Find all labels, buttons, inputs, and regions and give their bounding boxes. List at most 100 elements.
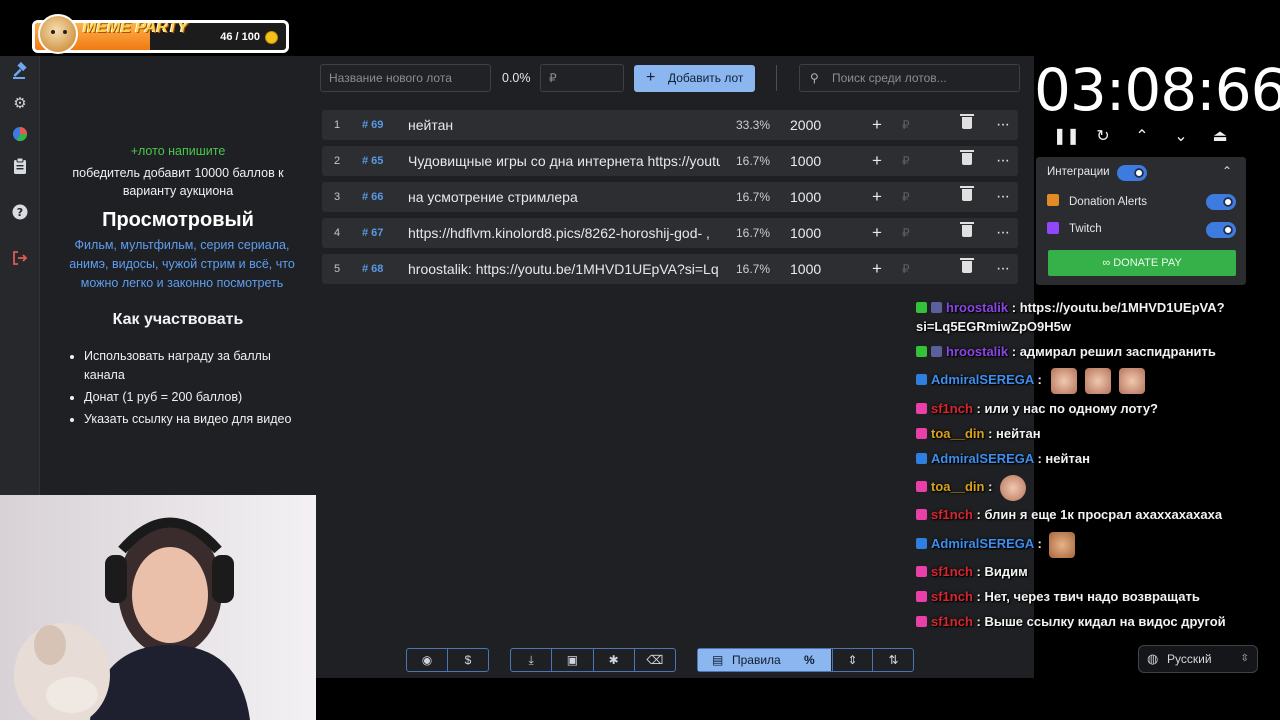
add-to-lot-button[interactable]: + (872, 110, 882, 140)
emote-image (1049, 531, 1076, 558)
lot-search-input[interactable]: ⚲ Поиск среди лотов... (799, 64, 1020, 92)
heart-badge-icon (916, 481, 927, 492)
lot-row[interactable]: 3 # 66 на усмотрение стримлера 16.7% 100… (322, 182, 1018, 212)
integrations-label: Интеграции (1047, 166, 1110, 178)
vip-badge-icon (916, 302, 927, 313)
download-icon[interactable]: ⤓ (511, 649, 553, 671)
rules-icon: ▤ (712, 653, 724, 667)
lot-name-input[interactable]: Название нового лота (320, 64, 491, 92)
add-to-lot-button[interactable]: + (872, 146, 882, 176)
chat-text: : (1037, 372, 1042, 387)
lot-tag[interactable]: # 65 (362, 146, 383, 176)
lot-amount[interactable]: 1000 (790, 182, 821, 212)
reset-icon[interactable]: ↻ (1092, 126, 1114, 148)
lot-name[interactable]: Чудовищные игры со дна интернета https:/… (408, 146, 720, 176)
delete-icon[interactable] (960, 258, 974, 273)
more-icon[interactable]: ··· (996, 218, 1010, 248)
chat-user: AdmiralSEREGA (931, 372, 1034, 387)
lot-row[interactable]: 5 # 68 hroostalik: https://youtu.be/1MHV… (322, 254, 1018, 284)
lot-index: 1 (334, 119, 341, 131)
heart-badge-icon (916, 591, 927, 602)
delete-icon[interactable] (960, 186, 974, 201)
lot-name[interactable]: нейтан (408, 110, 720, 140)
github-icon[interactable]: ◉ (407, 649, 448, 671)
lot-index: 3 (334, 191, 341, 203)
lot-name[interactable]: https://hdflvm.kinolord8.pics/8262-horos… (408, 218, 720, 248)
donate-pay-button[interactable]: ∞ DONATE PAY (1048, 250, 1236, 276)
lot-percent: 16.7% (735, 154, 770, 168)
auction-hammer-icon[interactable] (10, 61, 30, 82)
more-icon[interactable]: ··· (996, 254, 1010, 284)
lot-name[interactable]: hroostalik: https://youtu.be/1MHVD1UEpVA… (408, 254, 720, 284)
lot-amount-input[interactable]: ₽ (540, 64, 624, 92)
save-icon[interactable]: ▣ (552, 649, 594, 671)
chat-text: : (988, 479, 993, 494)
pie-chart-icon[interactable] (10, 126, 30, 146)
lot-amount[interactable]: 1000 (790, 146, 821, 176)
chevron-up-icon[interactable]: ⌃ (1222, 164, 1232, 178)
more-icon[interactable]: ··· (996, 110, 1010, 140)
twitch-icon (1047, 222, 1059, 234)
donate-dollar-icon[interactable]: $ (448, 649, 488, 671)
integrations-toggle[interactable] (1117, 165, 1147, 181)
chat-user: hroostalik (946, 300, 1009, 315)
lot-amount[interactable]: 2000 (790, 110, 821, 140)
streamer-image (14, 517, 250, 720)
lot-row[interactable]: 1 # 69 нейтан 33.3% 2000 + ₽ ··· (322, 110, 1018, 140)
language-select[interactable]: ◍ Русский ⇳ (1138, 645, 1258, 673)
pause-icon[interactable]: ❚❚ (1053, 126, 1080, 148)
lot-index: 5 (334, 263, 341, 275)
logout-icon[interactable] (10, 250, 30, 270)
lot-percent: 16.7% (735, 226, 770, 240)
chevron-up-icon[interactable]: ⌃ (1131, 126, 1153, 148)
lot-tag[interactable]: # 67 (362, 218, 383, 248)
chat-message: sf1nch : или у нас по одному лоту? (916, 399, 1158, 418)
clear-list-icon[interactable]: ⌫ (635, 649, 675, 671)
twitch-toggle[interactable] (1206, 222, 1236, 238)
category-title: Просмотровый (102, 209, 254, 231)
chat-user: sf1nch (931, 564, 973, 579)
add-lot-button[interactable]: + Добавить лот (634, 65, 755, 92)
ruble-icon[interactable]: ₽ (902, 110, 910, 140)
settings-gear-icon[interactable]: ⚙ (10, 94, 30, 114)
lot-amount[interactable]: 1000 (790, 218, 821, 248)
ruble-icon[interactable]: ₽ (902, 254, 910, 284)
lot-name[interactable]: на усмотрение стримлера (408, 182, 720, 212)
lot-tag[interactable]: # 69 (362, 110, 383, 140)
chat-user: AdmiralSEREGA (931, 451, 1034, 466)
lot-amount[interactable]: 1000 (790, 254, 821, 284)
add-to-lot-button[interactable]: + (872, 254, 882, 284)
chevron-down-icon[interactable]: ⌄ (1170, 126, 1192, 148)
add-to-lot-button[interactable]: + (872, 182, 882, 212)
rules-button[interactable]: ▤ Правила % (698, 649, 831, 671)
collapse-up-icon[interactable]: ⏏ (1209, 126, 1231, 148)
donation-alerts-toggle[interactable] (1206, 194, 1236, 210)
lot-tag[interactable]: # 66 (362, 182, 383, 212)
add-to-lot-button[interactable]: + (872, 218, 882, 248)
help-icon[interactable]: ? (10, 204, 30, 224)
compress-icon[interactable]: ⇕ (832, 649, 873, 671)
rules-list: Использовать награду за баллы канала Дон… (70, 347, 300, 429)
bug-icon[interactable]: ✱ (594, 649, 635, 671)
ruble-icon[interactable]: ₽ (902, 218, 910, 248)
lot-row[interactable]: 4 # 67 https://hdflvm.kinolord8.pics/826… (322, 218, 1018, 248)
lot-row[interactable]: 2 # 65 Чудовищные игры со дна интернета … (322, 146, 1018, 176)
ruble-icon[interactable]: ₽ (902, 146, 910, 176)
chat-text: : https://youtu.be/1MHVD1UEpVA? (1011, 300, 1225, 315)
more-icon[interactable]: ··· (996, 182, 1010, 212)
delete-icon[interactable] (960, 222, 974, 237)
lot-tag[interactable]: # 68 (362, 254, 383, 284)
sort-icon[interactable]: ⇅ (873, 649, 914, 671)
rules-label: Правила (732, 653, 781, 667)
delete-icon[interactable] (960, 150, 974, 165)
ruble-icon[interactable]: ₽ (902, 182, 910, 212)
more-icon[interactable]: ··· (996, 146, 1010, 176)
chat-message: AdmiralSEREGA : нейтан (916, 449, 1090, 468)
chat-message: sf1nch : Выше ссылку кидал на видос друг… (916, 612, 1226, 631)
auction-info-panel: +лото напишите победитель добавит 10000 … (40, 56, 316, 496)
rule-item: Указать ссылку на видео для видео (84, 410, 300, 429)
clipboard-icon[interactable] (10, 157, 30, 178)
toolbar-group-links: ◉ $ (406, 648, 489, 672)
delete-icon[interactable] (960, 114, 974, 129)
lot-index: 4 (334, 227, 341, 239)
